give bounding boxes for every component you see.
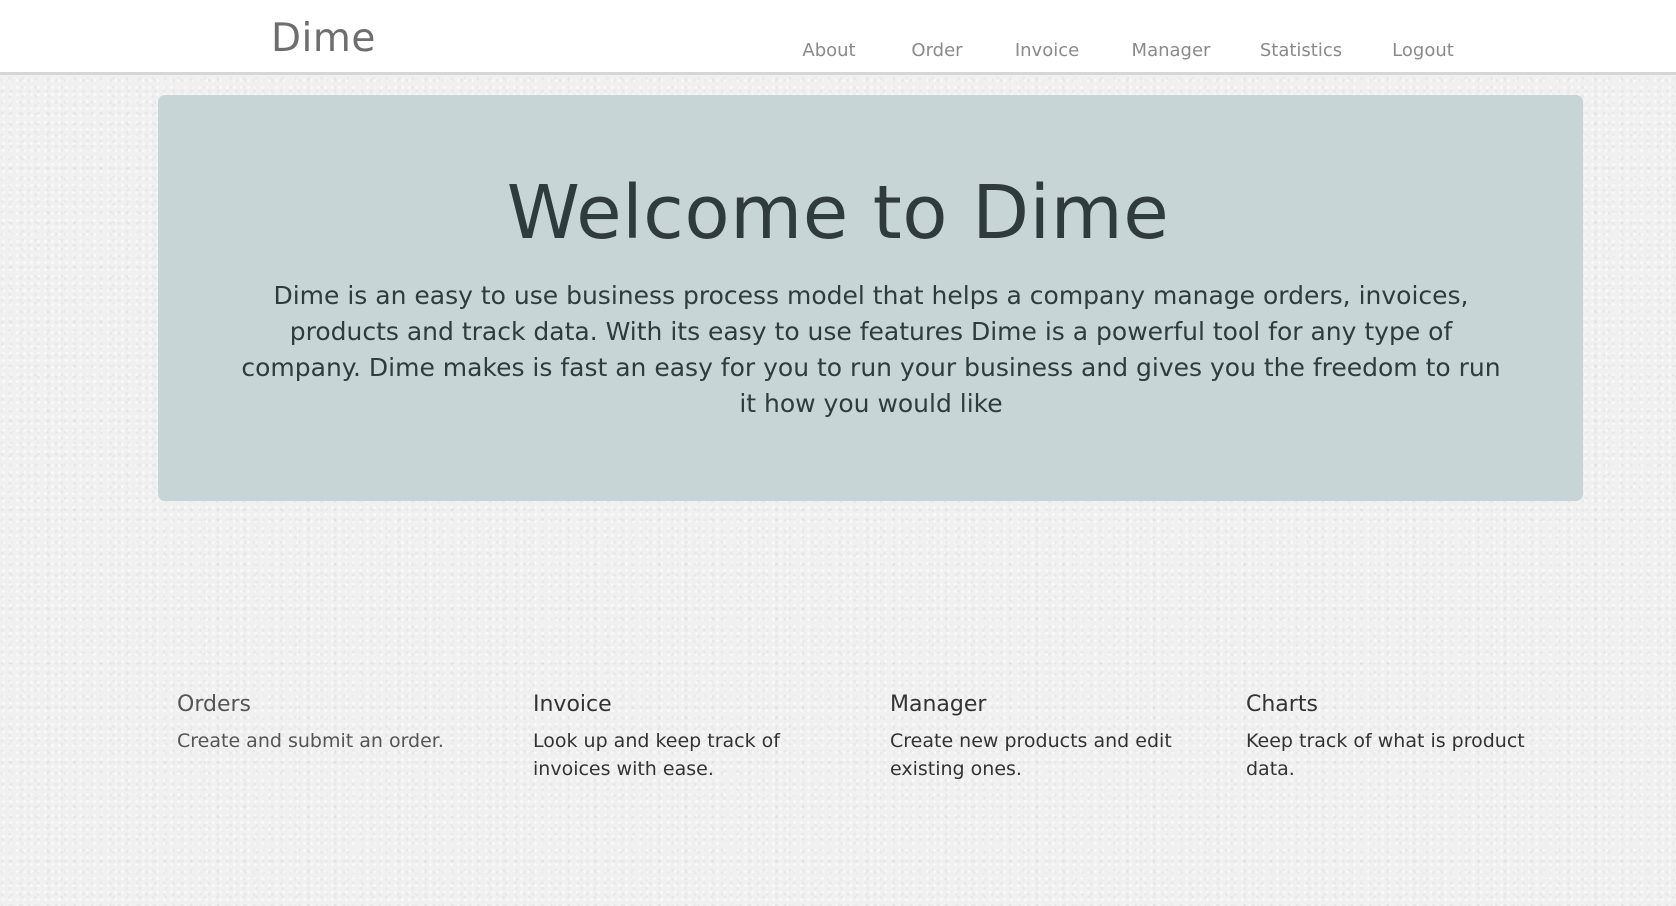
feature-title-manager: Manager [890,692,987,717]
feature-charts: Charts Keep track of what is product dat… [1246,692,1556,783]
hero-title: Welcome to Dime [506,170,1170,256]
feature-title-orders: Orders [177,692,251,717]
nav-links: About Order Invoice Manager Statistics L… [0,0,1676,75]
nav-link-statistics[interactable]: Statistics [1260,40,1342,61]
feature-text-invoice: Look up and keep track of invoices with … [533,730,780,780]
feature-text-orders: Create and submit an order. [177,730,444,752]
feature-title-invoice: Invoice [533,692,612,717]
feature-text-charts: Keep track of what is product data. [1246,730,1525,780]
nav-link-manager[interactable]: Manager [1132,40,1211,61]
nav-link-logout[interactable]: Logout [1392,40,1454,61]
hero-description: Dime is an easy to use business process … [241,281,1501,418]
navbar: Dime About Order Invoice Manager Statist… [0,0,1676,75]
nav-link-about[interactable]: About [802,40,855,61]
feature-manager: Manager Create new products and edit exi… [890,692,1200,783]
feature-title-charts: Charts [1246,692,1318,717]
nav-link-invoice[interactable]: Invoice [1015,40,1079,61]
nav-link-order[interactable]: Order [911,40,962,61]
feature-invoice: Invoice Look up and keep track of invoic… [533,692,843,783]
feature-text-manager: Create new products and edit existing on… [890,730,1172,780]
feature-orders: Orders Create and submit an order. [177,692,487,755]
